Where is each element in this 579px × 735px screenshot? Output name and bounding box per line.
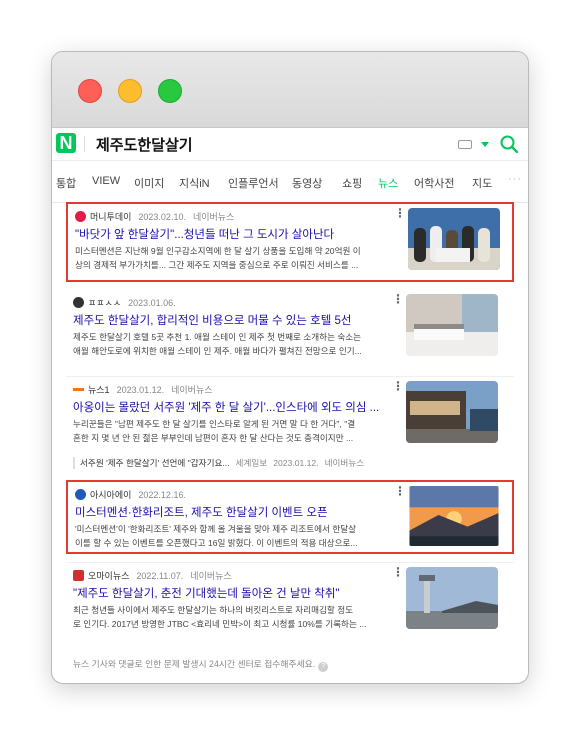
publisher-name[interactable]: 머니투데이 <box>90 212 131 222</box>
publisher-logo-icon <box>73 388 84 391</box>
tab-images[interactable]: 이미지 <box>134 175 164 191</box>
snippet-line: 혼한 지 몇 년 안 된 젊은 부부인데 남편이 혼자 한 달 산다는 것도 충… <box>73 433 354 443</box>
news-item: 머니투데이 2023.02.10. 네이버뉴스 ⋮ "바닷가 앞 한달살기"...청… <box>66 202 514 282</box>
news-source: ㅍㅍㅅㅅ 2023.01.06. <box>73 296 176 310</box>
publisher-name[interactable]: 오마이뉴스 <box>88 571 129 581</box>
related-news: 서주원 '제주 한달살기' 선언에 "갑자기요... 세계일보 2023.01.12… <box>73 457 364 469</box>
search-bar: N 제주도한달살기 <box>52 128 528 161</box>
news-source: 머니투데이 2023.02.10. 네이버뉴스 <box>75 210 234 224</box>
search-tabs: 통합 VIEW 이미지 지식iN 인플루언서 동영상 쇼핑 뉴스 어학사전 지도… <box>52 161 528 203</box>
snippet-line: '미스터멘션'이 '한화리조트' 제주와 함께 올 겨울을 맞아 제주 리조트에… <box>75 524 357 534</box>
related-naver-news-link[interactable]: 네이버뉴스 <box>325 458 365 468</box>
tab-view[interactable]: VIEW <box>92 175 120 187</box>
more-options-icon[interactable]: ⋮ <box>394 485 406 497</box>
publisher-logo-icon <box>73 570 84 581</box>
news-title[interactable]: 아옹이는 몰랐던 서주원 '제주 한 달 살기'...인스타에 외도 의심 ..… <box>73 399 398 415</box>
naver-news-link[interactable]: 네이버뉴스 <box>171 385 212 395</box>
related-publisher[interactable]: 세계일보 <box>236 458 268 468</box>
news-title[interactable]: "바닷가 앞 한달살기"...청년들 떠난 그 도시가 살아난다 <box>75 226 400 242</box>
more-options-icon[interactable]: ⋮ <box>394 207 406 219</box>
tab-news[interactable]: 뉴스 <box>378 175 398 191</box>
news-item: 오마이뉴스 2022.11.07. 네이버뉴스 ⋮ "제주도 한달살기, 춘전 기대… <box>66 562 514 648</box>
publisher-logo-icon <box>73 297 84 308</box>
news-source: 오마이뉴스 2022.11.07. 네이버뉴스 <box>73 569 232 583</box>
search-query[interactable]: 제주도한달살기 <box>96 134 193 155</box>
news-snippet: 최근 청년들 사이에서 제주도 한달살기는 하나의 버킷리스트로 자리매김할 정… <box>73 603 398 631</box>
footer-notice: 뉴스 기사와 댓글로 인한 문제 발생시 24시간 센터로 접수해주세요.? <box>73 657 329 672</box>
more-options-icon[interactable]: ⋮ <box>392 566 404 578</box>
news-item: ㅍㅍㅅㅅ 2023.01.06. ⋮ 제주도 한달살기, 합리적인 비용으로 머물… <box>66 290 514 372</box>
related-date: 2023.01.12. <box>273 458 319 468</box>
window-titlebar <box>52 52 528 128</box>
tab-all[interactable]: 통합 <box>56 175 76 191</box>
news-item: 아시아에이 2022.12.16. ⋮ 미스터멘션·한화리조트, 제주도 한달살기… <box>66 480 514 554</box>
naver-news-link[interactable]: 네이버뉴스 <box>193 212 234 222</box>
news-snippet: '미스터멘션'이 '한화리조트' 제주와 함께 올 겨울을 맞아 제주 리조트에… <box>75 522 400 550</box>
close-window-button[interactable] <box>78 79 102 103</box>
snippet-line: 이를 할 수 있는 이벤트를 오픈했다고 16일 밝혔다. 이 이벤트의 적용 … <box>75 538 358 548</box>
footer-notice-text: 뉴스 기사와 댓글로 인한 문제 발생시 24시간 센터로 접수해주세요. <box>73 659 316 669</box>
snippet-line: 미스터멘션은 지난해 9월 인구감소지역에 한 달 살기 상품을 도입해 약 2… <box>75 246 361 256</box>
news-date: 2023.01.06. <box>128 298 176 308</box>
tab-dictionary[interactable]: 어학사전 <box>414 175 454 191</box>
publisher-logo-icon <box>75 211 86 222</box>
search-icon[interactable] <box>499 134 519 154</box>
news-thumbnail[interactable] <box>408 486 500 546</box>
naver-news-link[interactable]: 네이버뉴스 <box>190 571 231 581</box>
browser-window: N 제주도한달살기 통합 VIEW 이미지 지식iN 인플루언서 동영상 쇼핑 … <box>51 51 529 684</box>
news-source: 뉴스1 2023.01.12. 네이버뉴스 <box>73 383 213 397</box>
snippet-line: 로 인기다. 2017년 방영한 JTBC <효리네 민박>이 최고 시청률 1… <box>73 619 367 629</box>
publisher-name[interactable]: ㅍㅍㅅㅅ <box>88 298 121 308</box>
news-thumbnail[interactable] <box>406 567 498 629</box>
chevron-down-icon[interactable] <box>481 142 489 147</box>
news-date: 2023.02.10. <box>138 212 186 222</box>
snippet-line: 누리꾼들은 "남편 제주도 한 달 살기를 인스타로 알게 된 거면 말 다 한… <box>73 419 356 429</box>
news-snippet: 미스터멘션은 지난해 9월 인구감소지역에 한 달 살기 상품을 도입해 약 2… <box>75 244 400 272</box>
tab-shopping[interactable]: 쇼핑 <box>342 175 362 191</box>
news-thumbnail[interactable] <box>406 381 498 443</box>
news-date: 2023.01.12. <box>116 385 165 395</box>
news-date: 2022.12.16. <box>138 490 186 500</box>
publisher-name[interactable]: 아시아에이 <box>90 490 131 500</box>
more-options-icon[interactable]: ⋮ <box>392 380 404 392</box>
publisher-name[interactable]: 뉴스1 <box>88 385 110 395</box>
maximize-window-button[interactable] <box>158 79 182 103</box>
minimize-window-button[interactable] <box>118 79 142 103</box>
more-options-icon[interactable]: ⋮ <box>392 293 404 305</box>
news-snippet: 누리꾼들은 "남편 제주도 한 달 살기를 인스타로 알게 된 거면 말 다 한… <box>73 417 398 445</box>
naver-logo[interactable]: N <box>56 133 76 153</box>
news-date: 2022.11.07. <box>136 571 184 581</box>
snippet-line: 상의 경제적 부가가치를... 그간 제주도 지역을 중심으로 주로 이뤄진 서… <box>75 260 359 270</box>
keyboard-icon[interactable] <box>458 140 472 149</box>
news-snippet: 제주도 한달살기 호텔 5곳 추천 1. 애월 스테이 인 제주 첫 번째로 소… <box>73 330 398 358</box>
tab-map[interactable]: 지도 <box>472 175 492 191</box>
tab-kin[interactable]: 지식iN <box>179 175 210 191</box>
news-thumbnail[interactable] <box>408 208 500 270</box>
tab-influencer[interactable]: 인플루언서 <box>228 175 279 191</box>
snippet-line: 제주도 한달살기 호텔 5곳 추천 1. 애월 스테이 인 제주 첫 번째로 소… <box>73 332 362 342</box>
news-title[interactable]: 제주도 한달살기, 합리적인 비용으로 머물 수 있는 호텔 5선 <box>73 312 398 328</box>
snippet-line: 최근 청년들 사이에서 제주도 한달살기는 하나의 버킷리스트로 자리매김할 정… <box>73 605 354 615</box>
more-tabs-icon[interactable]: ··· <box>508 173 522 185</box>
news-title[interactable]: 미스터멘션·한화리조트, 제주도 한달살기 이벤트 오픈 <box>75 504 400 520</box>
help-icon[interactable]: ? <box>318 662 329 672</box>
news-source: 아시아에이 2022.12.16. <box>75 488 186 502</box>
tab-video[interactable]: 동영상 <box>292 175 322 191</box>
news-thumbnail[interactable] <box>406 294 498 356</box>
news-item: 뉴스1 2023.01.12. 네이버뉴스 ⋮ 아옹이는 몰랐던 서주원 '제주 한… <box>66 376 514 476</box>
related-news-title[interactable]: 서주원 '제주 한달살기' 선언에 "갑자기요... <box>80 458 230 468</box>
divider <box>84 136 85 152</box>
snippet-line: 애월 해안도로에 위치한 애월 스테이 인 제주. 애월 바다가 펼쳐진 전망으… <box>73 346 362 356</box>
publisher-logo-icon <box>75 489 86 500</box>
news-title[interactable]: "제주도 한달살기, 춘전 기대했는데 돌아온 건 날만 착취" <box>73 585 398 601</box>
